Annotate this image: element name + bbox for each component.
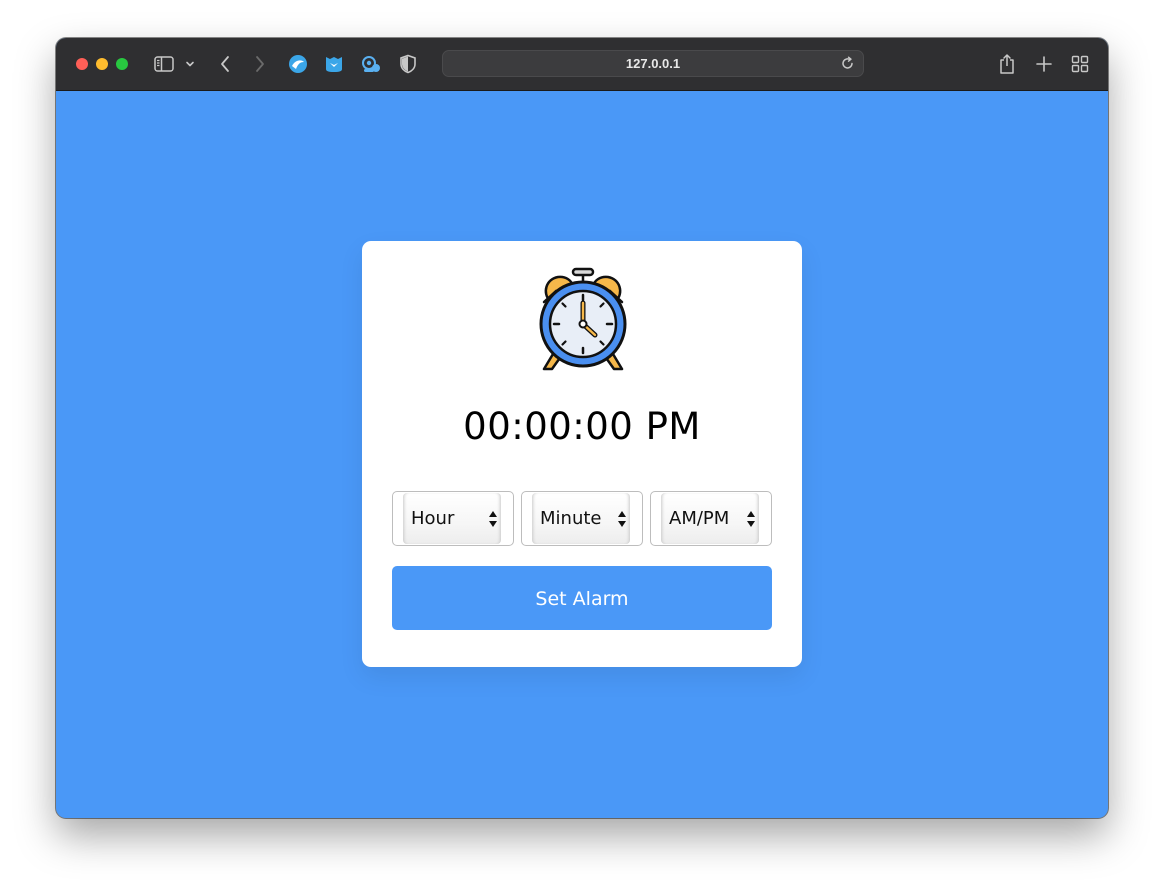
- ampm-select-control[interactable]: AM/PM: [661, 493, 759, 544]
- minimize-window-button[interactable]: [96, 58, 108, 70]
- ampm-select-value: AM/PM: [669, 508, 730, 529]
- minute-select[interactable]: Minute: [521, 491, 643, 546]
- alarm-card: 00:00:00 PM Hour Minute AM/PM Set Alarm: [362, 241, 802, 667]
- hour-select-control[interactable]: Hour: [403, 493, 501, 544]
- tab-overview-icon[interactable]: [1068, 52, 1092, 76]
- zoom-window-button[interactable]: [116, 58, 128, 70]
- hour-select[interactable]: Hour: [392, 491, 514, 546]
- close-window-button[interactable]: [76, 58, 88, 70]
- browser-toolbar: 127.0.0.1: [56, 38, 1108, 91]
- browser-window: 127.0.0.1 00:00:00 PM Hour Minute AM/PM …: [56, 38, 1108, 818]
- extension-cloud-icon[interactable]: [359, 52, 383, 76]
- chevron-down-icon[interactable]: [180, 52, 200, 76]
- share-icon[interactable]: [995, 52, 1019, 76]
- minute-select-value: Minute: [540, 508, 602, 529]
- forward-arrow-icon[interactable]: [248, 52, 272, 76]
- ampm-select[interactable]: AM/PM: [650, 491, 772, 546]
- reload-icon[interactable]: [840, 56, 855, 71]
- time-display: 00:00:00 PM: [463, 405, 701, 448]
- hour-select-value: Hour: [411, 508, 455, 529]
- select-arrows-icon: [488, 509, 498, 529]
- select-arrows-icon: [617, 509, 627, 529]
- alarm-selects: Hour Minute AM/PM: [392, 491, 772, 546]
- privacy-shield-icon[interactable]: [396, 52, 420, 76]
- extension-blue-icon[interactable]: [286, 52, 310, 76]
- back-arrow-icon[interactable]: [213, 52, 237, 76]
- sidebar-toggle-icon[interactable]: [152, 52, 176, 76]
- minute-select-control[interactable]: Minute: [532, 493, 630, 544]
- address-text: 127.0.0.1: [625, 56, 681, 71]
- alarm-clock-icon: [528, 267, 638, 377]
- extension-shield-icon[interactable]: [322, 52, 346, 76]
- address-bar[interactable]: 127.0.0.1: [442, 50, 864, 77]
- set-alarm-button[interactable]: Set Alarm: [392, 566, 772, 630]
- new-tab-icon[interactable]: [1032, 52, 1056, 76]
- select-arrows-icon: [746, 509, 756, 529]
